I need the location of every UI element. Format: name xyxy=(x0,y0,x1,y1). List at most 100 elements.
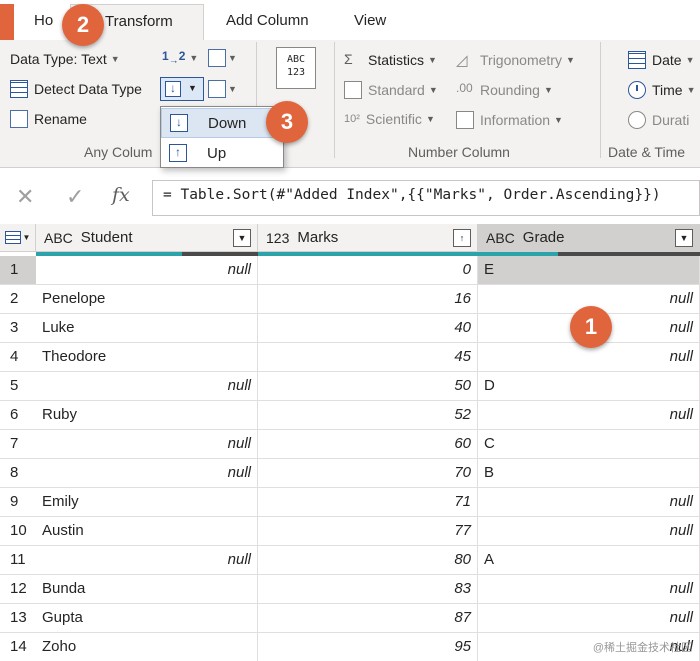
move-button[interactable]: ▼ xyxy=(208,80,237,98)
cell-grade[interactable]: C xyxy=(478,430,700,459)
menu-item-fill-up[interactable]: ↑ Up xyxy=(161,138,283,168)
row-number[interactable]: 5 xyxy=(0,372,36,401)
cell-marks[interactable]: 16 xyxy=(258,285,478,314)
cell-grade[interactable]: A xyxy=(478,546,700,575)
data-grid: ▼ ABC Student ▼ 123 Marks ↑ ABC Grade ▼ … xyxy=(0,224,700,661)
chevron-down-icon: ▼ xyxy=(22,233,31,242)
chevron-down-icon: ▼ xyxy=(554,115,563,125)
row-number[interactable]: 7 xyxy=(0,430,36,459)
filter-dropdown-icon[interactable]: ▼ xyxy=(233,229,251,247)
cell-student[interactable]: Theodore xyxy=(36,343,258,372)
chevron-down-icon: ▼ xyxy=(428,85,438,95)
row-number[interactable]: 9 xyxy=(0,488,36,517)
cell-marks[interactable]: 83 xyxy=(258,575,478,604)
cell-student[interactable]: Emily xyxy=(36,488,258,517)
cell-student[interactable]: null xyxy=(36,256,258,285)
row-number[interactable]: 10 xyxy=(0,517,36,546)
sigma-icon: Σ xyxy=(344,51,353,67)
type-text-icon[interactable]: ABC xyxy=(44,230,73,246)
cell-grade[interactable]: null xyxy=(478,488,700,517)
row-number[interactable]: 3 xyxy=(0,314,36,343)
row-number[interactable]: 8 xyxy=(0,459,36,488)
standard-button[interactable]: Standard ▼ xyxy=(344,81,438,99)
cell-student[interactable]: Bunda xyxy=(36,575,258,604)
row-number[interactable]: 6 xyxy=(0,401,36,430)
tab-file-edge[interactable] xyxy=(0,4,14,41)
tab-view[interactable]: View xyxy=(354,12,386,29)
formula-input[interactable]: = Table.Sort(#"Added Index",{{"Marks", O… xyxy=(152,180,700,216)
cell-marks[interactable]: 45 xyxy=(258,343,478,372)
scientific-button[interactable]: 10² Scientific ▼ xyxy=(344,111,435,127)
cell-student[interactable]: null xyxy=(36,372,258,401)
extract-values-icon[interactable]: ABC 123 xyxy=(276,47,316,89)
replace-values-button[interactable]: 1→2 ▼ xyxy=(162,49,198,66)
row-number[interactable]: 13 xyxy=(0,604,36,633)
cell-marks[interactable]: 0 xyxy=(258,256,478,285)
cell-marks[interactable]: 70 xyxy=(258,459,478,488)
tab-add-column[interactable]: Add Column xyxy=(226,12,309,29)
row-number[interactable]: 2 xyxy=(0,285,36,314)
cell-grade[interactable]: null xyxy=(478,401,700,430)
information-button[interactable]: Information ▼ xyxy=(456,111,563,129)
cell-student[interactable]: null xyxy=(36,546,258,575)
rename-button[interactable]: Rename xyxy=(10,110,87,128)
rounding-button[interactable]: .00 Rounding ▼ xyxy=(456,81,553,99)
tab-home[interactable]: Ho xyxy=(34,12,53,29)
cell-grade[interactable]: null xyxy=(478,604,700,633)
cell-student[interactable]: null xyxy=(36,430,258,459)
cell-grade[interactable]: D xyxy=(478,372,700,401)
row-number[interactable]: 11 xyxy=(0,546,36,575)
cell-marks[interactable]: 95 xyxy=(258,633,478,661)
column-header-grade[interactable]: ABC Grade ▼ xyxy=(478,224,700,252)
cell-student[interactable]: Gupta xyxy=(36,604,258,633)
fill-button[interactable]: ↓ ▼ xyxy=(160,77,204,101)
cell-marks[interactable]: 87 xyxy=(258,604,478,633)
date-button[interactable]: Date ▼ xyxy=(628,51,695,69)
cell-student[interactable]: Ruby xyxy=(36,401,258,430)
confirm-icon[interactable]: ✓ xyxy=(66,184,84,210)
cell-student[interactable]: null xyxy=(36,459,258,488)
cancel-icon[interactable]: ✕ xyxy=(16,184,34,210)
cell-marks[interactable]: 80 xyxy=(258,546,478,575)
menu-item-fill-down[interactable]: ↓ Down xyxy=(161,108,283,138)
type-number-icon[interactable]: 123 xyxy=(266,230,289,246)
cell-marks[interactable]: 77 xyxy=(258,517,478,546)
detect-data-type-button[interactable]: Detect Data Type xyxy=(10,80,142,98)
cell-marks[interactable]: 71 xyxy=(258,488,478,517)
cell-grade[interactable]: E xyxy=(478,256,700,285)
row-number[interactable]: 4 xyxy=(0,343,36,372)
type-text-icon[interactable]: ABC xyxy=(486,230,515,246)
cell-marks[interactable]: 50 xyxy=(258,372,478,401)
menu-item-fill-down-label: Down xyxy=(208,114,247,132)
callout-2: 2 xyxy=(62,4,104,46)
row-number[interactable]: 12 xyxy=(0,575,36,604)
row-number[interactable]: 14 xyxy=(0,633,36,661)
table-icon xyxy=(4,231,21,244)
cell-grade[interactable]: B xyxy=(478,459,700,488)
sort-ascending-icon[interactable]: ↑ xyxy=(453,229,471,247)
filter-dropdown-icon[interactable]: ▼ xyxy=(675,229,693,247)
cell-marks[interactable]: 52 xyxy=(258,401,478,430)
statistics-label: Statistics xyxy=(368,52,425,68)
cell-student[interactable]: Luke xyxy=(36,314,258,343)
table-menu-button[interactable]: ▼ xyxy=(0,224,36,252)
data-type-dropdown[interactable]: Data Type: Text ▼ xyxy=(10,51,120,67)
column-header-marks[interactable]: 123 Marks ↑ xyxy=(258,224,478,252)
cell-student[interactable]: Zoho xyxy=(36,633,258,661)
row-number[interactable]: 1 xyxy=(0,256,36,285)
cell-marks[interactable]: 60 xyxy=(258,430,478,459)
cell-grade[interactable]: null xyxy=(478,517,700,546)
duration-button[interactable]: Durati xyxy=(628,111,689,129)
triangle-icon: ◿ xyxy=(456,52,468,69)
cell-student[interactable]: Penelope xyxy=(36,285,258,314)
time-button[interactable]: Time ▼ xyxy=(628,81,696,99)
trigonometry-button[interactable]: ◿ Trigonometry ▼ xyxy=(456,51,575,69)
chevron-down-icon: ▼ xyxy=(543,85,553,95)
cell-student[interactable]: Austin xyxy=(36,517,258,546)
fx-icon[interactable]: fx xyxy=(112,184,130,206)
unpivot-button[interactable]: ▼ xyxy=(208,49,237,67)
cell-grade[interactable]: null xyxy=(478,575,700,604)
statistics-button[interactable]: Σ Statistics ▼ xyxy=(344,51,437,69)
cell-marks[interactable]: 40 xyxy=(258,314,478,343)
column-header-student[interactable]: ABC Student ▼ xyxy=(36,224,258,252)
